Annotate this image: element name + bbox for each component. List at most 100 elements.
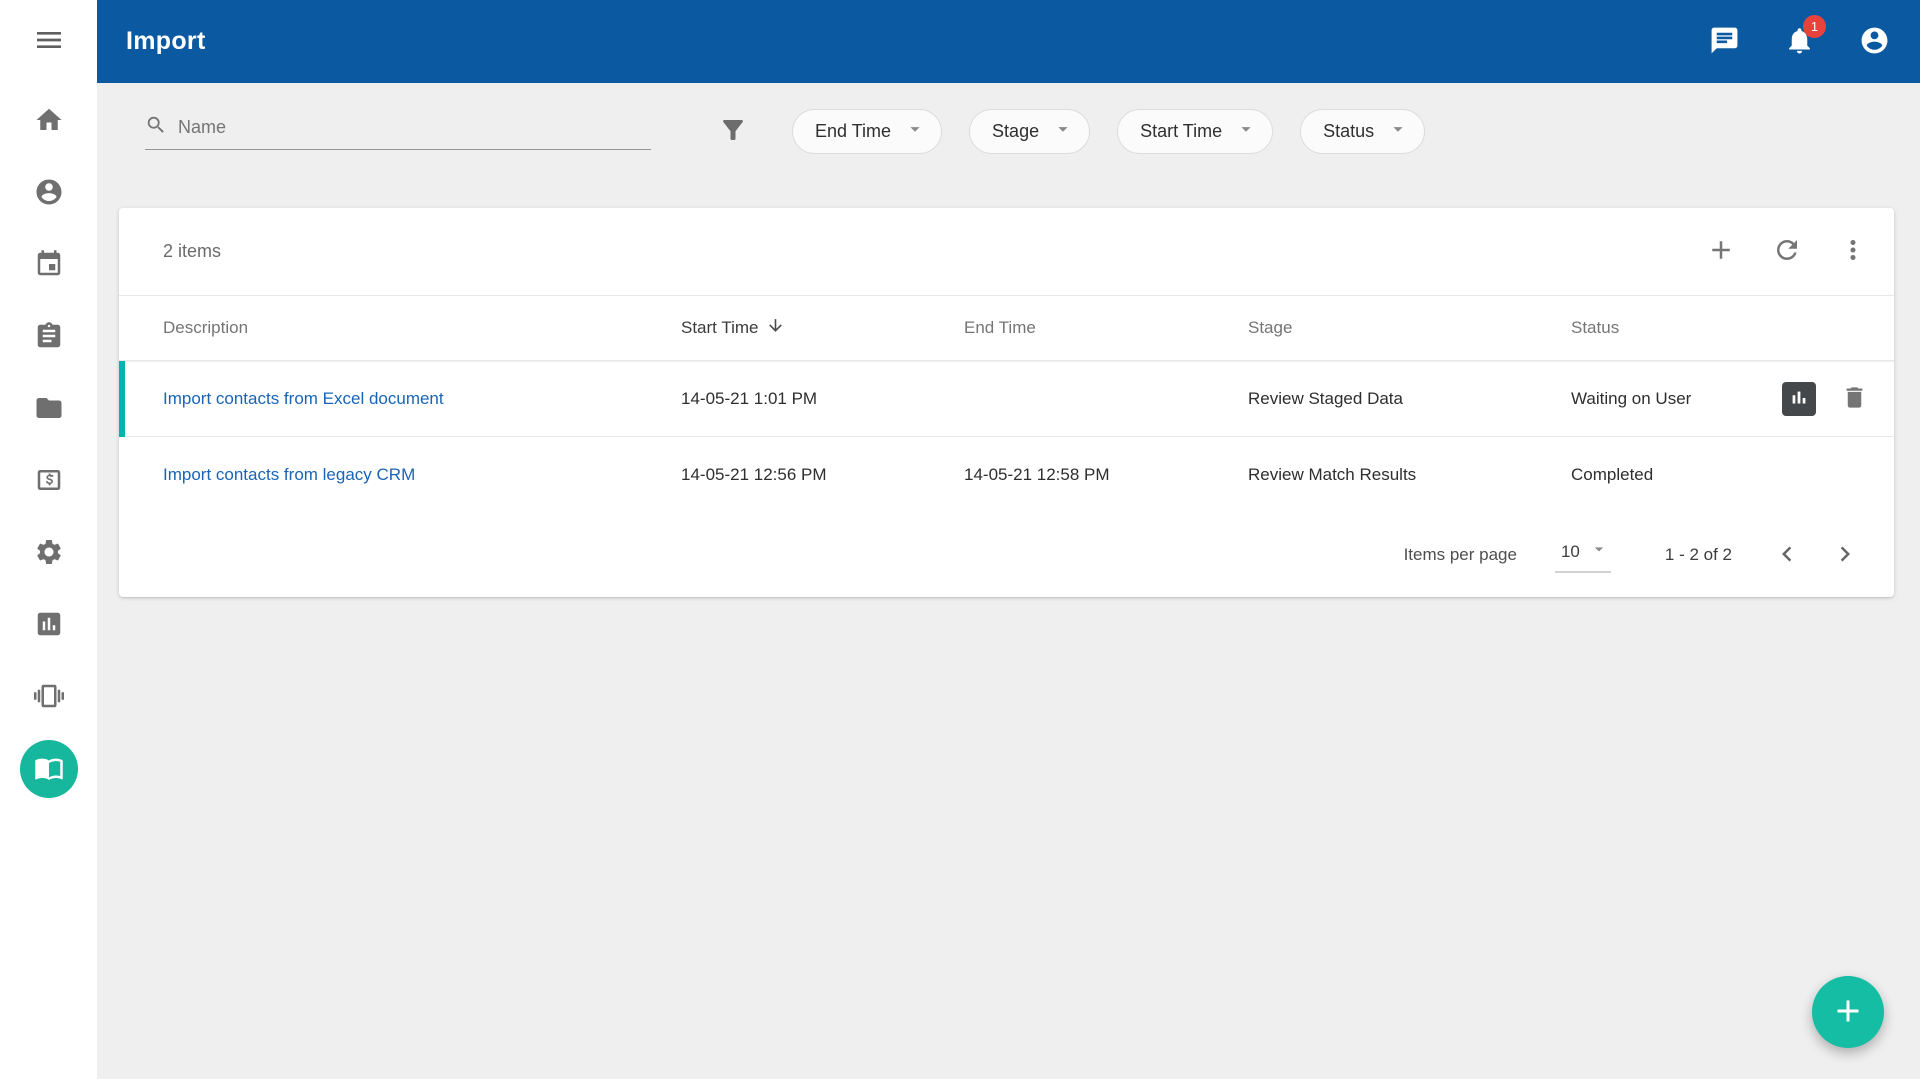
items-count: 2 items (163, 241, 221, 262)
calendar-icon (34, 249, 64, 282)
filter-button[interactable] (718, 115, 748, 148)
chevron-down-icon (1235, 118, 1257, 145)
sidebar-nav (0, 83, 97, 805)
account-icon (34, 177, 64, 210)
sidebar-item-import[interactable] (0, 733, 97, 805)
chip-label: End Time (815, 121, 891, 142)
status-cell: Completed (1571, 465, 1769, 485)
add-import-button[interactable] (1706, 235, 1736, 268)
sort-arrow-down-icon (766, 316, 785, 340)
active-item-circle (20, 740, 78, 798)
column-header-stage[interactable]: Stage (1248, 318, 1571, 338)
search-field (145, 114, 651, 150)
column-header-start-time[interactable]: Start Time (681, 316, 964, 340)
chevron-right-icon (1830, 539, 1860, 572)
main-area: Import 1 (97, 0, 1920, 1079)
import-job-link[interactable]: Import contacts from legacy CRM (163, 465, 415, 484)
view-results-button[interactable] (1782, 382, 1816, 416)
refresh-icon (1772, 235, 1802, 268)
filter-chip-end-time[interactable]: End Time (792, 109, 942, 154)
row-actions (1769, 382, 1894, 416)
filter-chip-start-time[interactable]: Start Time (1117, 109, 1273, 154)
sidebar (0, 0, 97, 1079)
menu-icon (33, 24, 65, 59)
settings-gear-icon (34, 537, 64, 570)
sidebar-item-folder[interactable] (0, 373, 97, 445)
page-range-label: 1 - 2 of 2 (1665, 545, 1732, 565)
notification-badge: 1 (1803, 15, 1826, 38)
vibration-icon (34, 681, 64, 714)
account-circle-icon (1859, 25, 1890, 59)
chip-label: Start Time (1140, 121, 1222, 142)
sidebar-item-settings[interactable] (0, 517, 97, 589)
bar-chart-icon (34, 609, 64, 642)
start-time-cell: 14-05-21 1:01 PM (681, 389, 964, 409)
filter-chips: End Time Stage Start Time Status (792, 109, 1425, 154)
import-job-link[interactable]: Import contacts from Excel document (163, 389, 444, 408)
stage-cell: Review Match Results (1248, 465, 1571, 485)
filter-chip-status[interactable]: Status (1300, 109, 1425, 154)
import-table-card: 2 items Description (119, 208, 1894, 597)
account-button[interactable] (1859, 25, 1890, 59)
filter-funnel-icon (718, 115, 748, 148)
notifications-button[interactable]: 1 (1784, 25, 1815, 59)
sidebar-item-account[interactable] (0, 157, 97, 229)
add-icon (1706, 235, 1736, 268)
card-toolbar: 2 items (119, 208, 1894, 296)
billing-icon (34, 465, 64, 498)
folder-icon (34, 393, 64, 426)
assignment-icon (34, 321, 64, 354)
column-header-status[interactable]: Status (1571, 318, 1769, 338)
chevron-down-icon (1052, 118, 1074, 145)
app-window: Import 1 (0, 0, 1920, 1079)
table-header-row: Description Start Time End Time Stage St… (119, 296, 1894, 361)
toolbar-actions (1706, 235, 1868, 268)
search-icon (145, 114, 178, 141)
sidebar-item-calendar[interactable] (0, 229, 97, 301)
chevron-down-icon (904, 118, 926, 145)
menu-button[interactable] (0, 0, 97, 83)
items-per-page-label: Items per page (1404, 545, 1517, 565)
column-header-description[interactable]: Description (163, 318, 681, 338)
column-header-end-time[interactable]: End Time (964, 318, 1248, 338)
delete-button[interactable] (1841, 384, 1868, 414)
page-title: Import (126, 27, 206, 56)
chat-button[interactable] (1709, 25, 1740, 59)
previous-page-button[interactable] (1772, 539, 1802, 572)
search-input[interactable] (178, 117, 651, 138)
chevron-left-icon (1772, 539, 1802, 572)
sidebar-item-assignment[interactable] (0, 301, 97, 373)
next-page-button[interactable] (1830, 539, 1860, 572)
stage-cell: Review Staged Data (1248, 389, 1571, 409)
pagination-bar: Items per page 10 1 - 2 of 2 (119, 513, 1894, 597)
chevron-down-icon (1387, 118, 1409, 145)
plus-icon (1830, 993, 1866, 1032)
end-time-cell: 14-05-21 12:58 PM (964, 465, 1248, 485)
status-cell: Waiting on User (1571, 389, 1769, 409)
create-import-fab[interactable] (1812, 976, 1884, 1048)
sidebar-item-reports[interactable] (0, 589, 97, 661)
more-options-button[interactable] (1838, 235, 1868, 268)
chart-button-icon (1788, 387, 1810, 412)
filter-bar: End Time Stage Start Time Status (97, 83, 1920, 180)
sidebar-item-devices[interactable] (0, 661, 97, 733)
filter-chip-stage[interactable]: Stage (969, 109, 1090, 154)
sidebar-item-billing[interactable] (0, 445, 97, 517)
refresh-button[interactable] (1772, 235, 1802, 268)
trash-icon (1841, 384, 1868, 414)
chat-icon (1709, 25, 1740, 59)
chip-label: Status (1323, 121, 1374, 142)
app-bar: Import 1 (97, 0, 1920, 83)
items-per-page-select[interactable]: 10 (1555, 537, 1611, 573)
import-book-icon (34, 753, 64, 786)
kebab-menu-icon (1838, 235, 1868, 268)
table-row: Import contacts from Excel document 14-0… (119, 361, 1894, 437)
table-row: Import contacts from legacy CRM 14-05-21… (119, 437, 1894, 513)
chevron-down-icon (1589, 539, 1609, 564)
chip-label: Stage (992, 121, 1039, 142)
appbar-actions: 1 (1709, 25, 1890, 59)
content-area: 2 items Description (97, 180, 1920, 1079)
home-icon (34, 105, 64, 138)
sidebar-item-home[interactable] (0, 85, 97, 157)
start-time-cell: 14-05-21 12:56 PM (681, 465, 964, 485)
